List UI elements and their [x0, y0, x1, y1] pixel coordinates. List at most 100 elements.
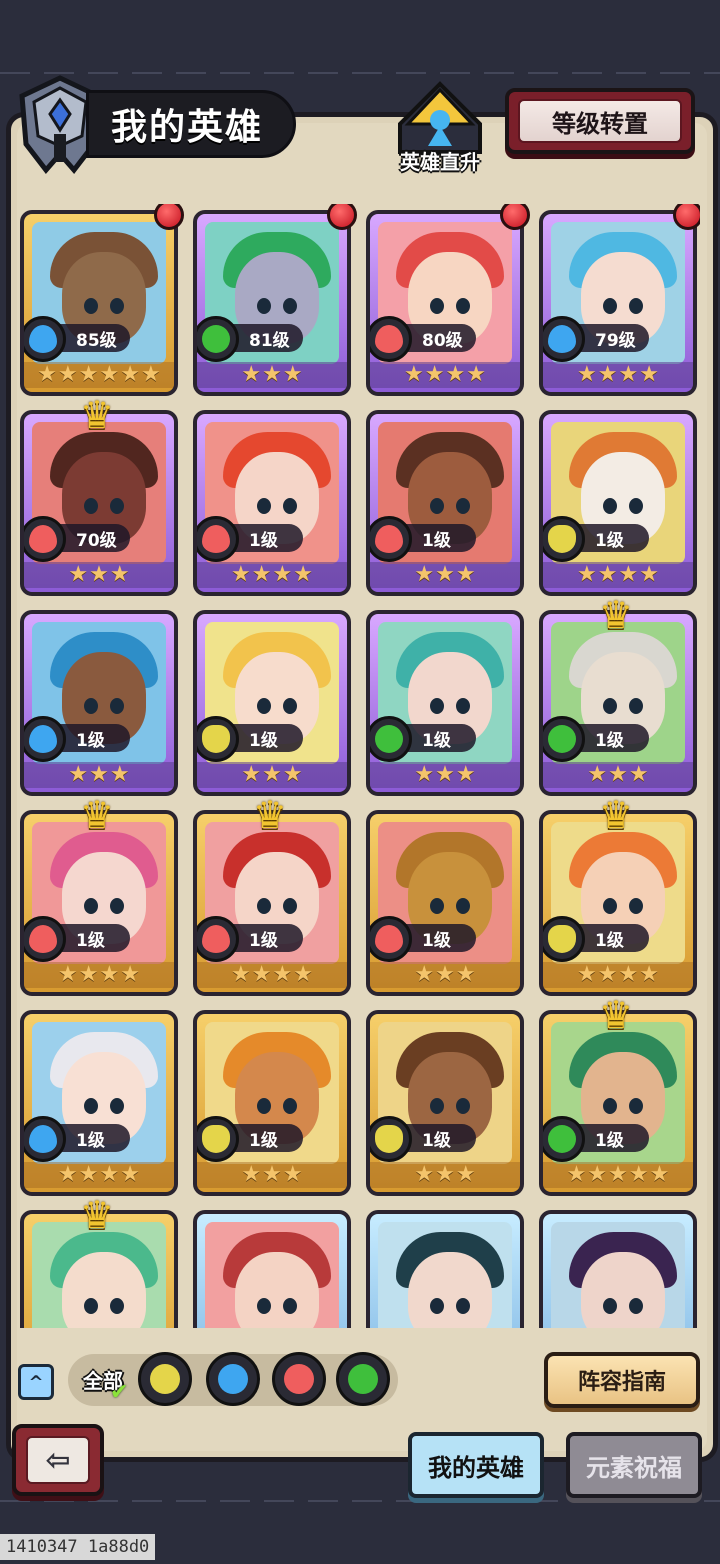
hero-card[interactable]: 1级 ★ ★ ★: [193, 610, 351, 796]
fire-element-icon: [24, 516, 66, 562]
tab-element-blessing[interactable]: 元素祝福: [566, 1432, 702, 1498]
hero-eye: [629, 698, 643, 714]
hero-card[interactable]: 70级 ★ ★ ★: [20, 410, 178, 596]
hero-level-label: 1级: [422, 730, 451, 751]
star-icon: ★: [282, 762, 303, 787]
star-icon: ★: [435, 762, 455, 787]
star-icon: ★: [577, 562, 597, 587]
hero-level-label: 1级: [422, 930, 451, 951]
hero-card[interactable]: [193, 1210, 351, 1328]
star-icon: ★: [597, 362, 618, 387]
collapse-toggle-button[interactable]: ^: [18, 1364, 54, 1400]
star-icon: ★: [587, 1162, 608, 1187]
hero-level-label: 85级: [76, 330, 117, 351]
hero-eye: [629, 498, 643, 514]
earth-element-icon: [370, 1116, 412, 1162]
hero-card[interactable]: 1级 ★ ★ ★: [20, 610, 178, 796]
star-icon: ★: [231, 962, 251, 987]
star-icon: ★: [78, 962, 99, 987]
hero-face: [235, 1252, 319, 1328]
hero-card[interactable]: 1级 ★ ★ ★: [366, 810, 524, 996]
hero-eye: [257, 698, 271, 714]
star-icon: ★: [272, 562, 293, 587]
debug-overlay-text: 1410347 1a88d0: [0, 1534, 156, 1560]
hero-star-rating: ★ ★ ★ ★: [24, 962, 174, 988]
star-icon: ★: [608, 762, 628, 787]
hero-eye: [603, 298, 617, 314]
earth-element-icon: [197, 716, 239, 762]
hero-card[interactable]: 1级 ★ ★ ★: [193, 1010, 351, 1196]
notification-dot-icon: [154, 204, 184, 230]
star-icon: ★: [577, 362, 597, 387]
wood-element-icon: [543, 716, 585, 762]
filter-earth-icon[interactable]: [138, 1352, 192, 1406]
hero-card[interactable]: [539, 1210, 697, 1328]
fire-element-icon: [370, 916, 412, 962]
hero-star-rating: ★ ★ ★: [370, 1162, 520, 1188]
hero-card[interactable]: [366, 1210, 524, 1328]
star-icon: ★: [639, 962, 659, 987]
crown-icon: ♛: [599, 993, 634, 1037]
hero-face: [408, 1252, 492, 1328]
page-title: 我的英雄: [111, 107, 264, 148]
star-icon: ★: [628, 762, 649, 787]
tab-my-heroes[interactable]: 我的英雄: [408, 1432, 544, 1498]
hero-eye: [430, 698, 444, 714]
hero-card[interactable]: 1级 ★ ★ ★ ★ ★: [539, 1010, 697, 1196]
wood-element-icon: [370, 716, 412, 762]
hero-card[interactable]: 1级 ★ ★ ★: [539, 610, 697, 796]
hero-card[interactable]: 1级 ★ ★ ★ ★: [20, 1010, 178, 1196]
star-icon: ★: [109, 562, 130, 587]
filter-water-icon[interactable]: [206, 1352, 260, 1406]
hero-star-rating: ★ ★ ★: [370, 962, 520, 988]
star-icon: ★: [455, 762, 476, 787]
back-button[interactable]: ⇦: [12, 1424, 104, 1496]
tab-element-blessing-label: 元素祝福: [586, 1453, 682, 1482]
water-element-icon: [543, 316, 585, 362]
hero-level-label: 1级: [249, 930, 278, 951]
hero-card[interactable]: 79级 ★ ★ ★ ★: [539, 210, 697, 396]
hero-level-label: 70级: [76, 530, 117, 551]
star-icon: ★: [293, 562, 313, 587]
hero-card[interactable]: 1级 ★ ★ ★ ★: [20, 810, 178, 996]
hero-levelup-button[interactable]: 英雄直升: [390, 80, 490, 176]
star-icon: ★: [455, 562, 476, 587]
top-decoration: [0, 72, 720, 74]
hero-portrait: [205, 1222, 339, 1328]
hero-level-label: 1级: [422, 1130, 451, 1151]
level-reset-button[interactable]: 等级转置: [505, 88, 695, 154]
star-icon: ★: [608, 1162, 628, 1187]
hero-level-label: 81级: [249, 330, 290, 351]
hero-card[interactable]: 1级 ★ ★ ★ ★: [193, 410, 351, 596]
hero-card[interactable]: 81级 ★ ★ ★: [193, 210, 351, 396]
hero-card[interactable]: 1级 ★ ★ ★: [366, 410, 524, 596]
hero-eye: [257, 498, 271, 514]
hero-card[interactable]: 80级 ★ ★ ★ ★: [366, 210, 524, 396]
back-arrow-icon: ⇦: [26, 1436, 90, 1484]
star-icon: ★: [251, 562, 272, 587]
filter-fire-icon[interactable]: [272, 1352, 326, 1406]
levelup-label: 英雄直升: [400, 150, 480, 174]
hero-level-label: 1级: [249, 730, 278, 751]
hero-card[interactable]: 1级 ★ ★ ★ ★: [539, 810, 697, 996]
wood-element-icon: [543, 1116, 585, 1162]
chevron-up-icon: ^: [28, 1371, 44, 1393]
hero-eye: [283, 298, 297, 314]
hero-eye: [283, 1298, 297, 1314]
hero-star-rating: ★ ★ ★: [543, 762, 693, 788]
hero-eye: [110, 298, 124, 314]
hero-card[interactable]: 1级 ★ ★ ★: [366, 610, 524, 796]
star-icon: ★: [262, 362, 282, 387]
star-icon: ★: [597, 562, 618, 587]
hero-card[interactable]: 1级 ★ ★ ★ ★: [539, 410, 697, 596]
earth-element-icon: [197, 1116, 239, 1162]
filter-wood-icon[interactable]: [336, 1352, 390, 1406]
star-icon: ★: [109, 762, 130, 787]
hero-card[interactable]: 1级 ★ ★ ★ ★: [193, 810, 351, 996]
hero-card[interactable]: 85级 ★ ★ ★ ★ ★ ★: [20, 210, 178, 396]
star-icon: ★: [293, 962, 313, 987]
hero-card[interactable]: 1级 ★ ★ ★: [366, 1010, 524, 1196]
lineup-guide-button[interactable]: 阵容指南: [544, 1352, 700, 1408]
hero-eye: [283, 898, 297, 914]
star-icon: ★: [99, 962, 120, 987]
